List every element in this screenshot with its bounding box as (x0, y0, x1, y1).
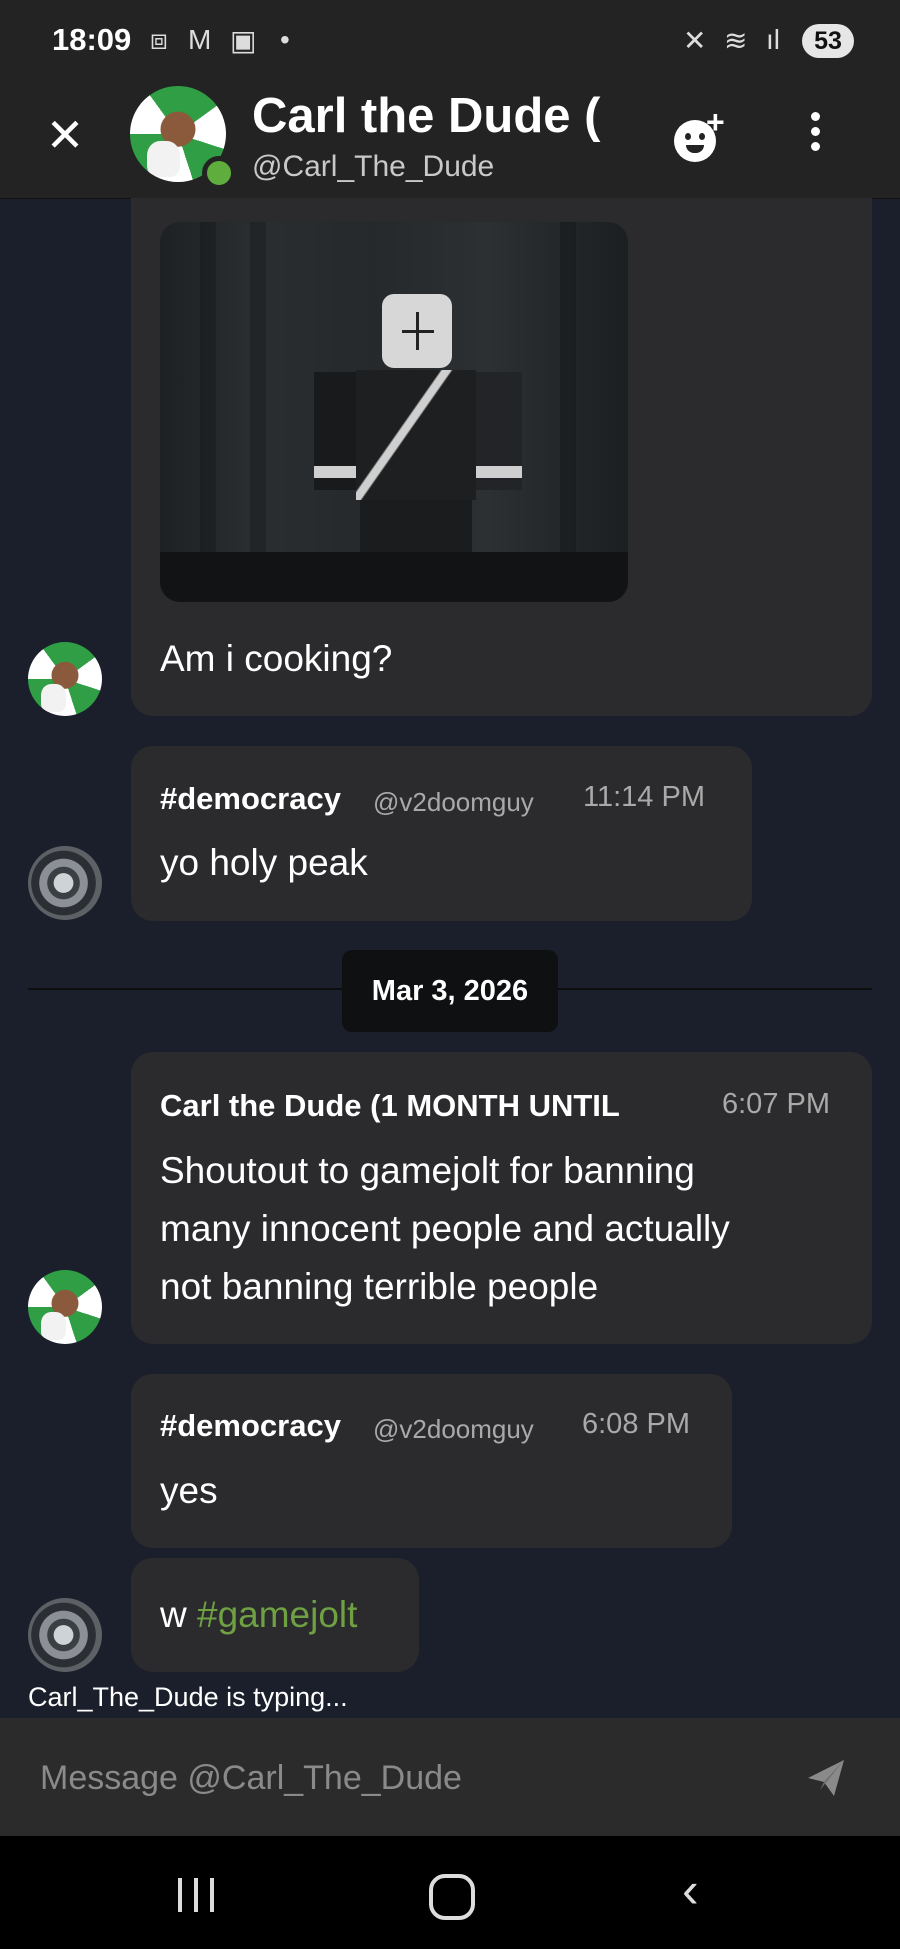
message-timestamp: 6:08 PM (582, 1408, 690, 1440)
wifi-icon: ≋ (724, 25, 748, 56)
more-options-icon[interactable] (800, 108, 830, 162)
message-text: Am i cooking? (160, 638, 393, 679)
message-text-line: not banning terrible people (160, 1266, 599, 1307)
signal-icon: ıl (766, 24, 780, 55)
status-bar (0, 0, 900, 82)
message-author[interactable]: #democracy (160, 781, 341, 817)
online-status-icon (202, 156, 236, 190)
message-text-line: Shoutout to gamejolt for banning (160, 1150, 695, 1191)
avatar[interactable] (28, 1598, 102, 1672)
send-button[interactable] (806, 1756, 846, 1800)
teams-icon: ▣ (230, 25, 257, 56)
avatar[interactable] (28, 1270, 102, 1344)
notification-dot-icon: • (280, 24, 290, 55)
back-icon[interactable]: ‹ (682, 1862, 742, 1918)
message-timestamp: 11:14 PM (583, 781, 705, 813)
message-author[interactable]: Carl the Dude (1 MONTH UNTIL (160, 1088, 694, 1124)
message-text-line: many innocent people and actually (160, 1208, 730, 1249)
message-text: yo holy peak (160, 842, 368, 883)
page-title[interactable]: Carl the Dude ( (252, 88, 614, 144)
message-composer (0, 1718, 900, 1836)
send-icon (808, 1760, 844, 1796)
message-input[interactable] (38, 1748, 802, 1808)
gmail-icon: M (188, 24, 212, 55)
chat-username: @Carl_The_Dude (252, 150, 495, 183)
recents-icon[interactable] (172, 1868, 232, 1934)
message-bubble (131, 1374, 732, 1548)
message-text: yes (160, 1470, 218, 1511)
typing-indicator: Carl_The_Dude is typing... (28, 1682, 348, 1712)
avatar[interactable] (28, 846, 102, 920)
message-handle: @v2doomguy (373, 1414, 534, 1444)
close-icon[interactable]: ✕ (40, 110, 90, 160)
home-icon[interactable] (429, 1874, 475, 1920)
message-author[interactable]: #democracy (160, 1408, 341, 1444)
mute-icon: ✕ (683, 25, 707, 56)
image-attachment[interactable] (160, 222, 628, 602)
channel-mention[interactable]: #gamejolt (197, 1594, 357, 1635)
message-text: w #gamejolt (160, 1594, 358, 1635)
add-friend-button[interactable]: + (670, 104, 730, 164)
message-handle: @v2doomguy (373, 787, 534, 817)
date-divider: Mar 3, 2026 (342, 950, 558, 1032)
status-time: 18:09 (52, 22, 132, 57)
battery-indicator: 53 (802, 24, 854, 58)
avatar[interactable] (28, 642, 102, 716)
plus-icon: + (706, 104, 725, 140)
screenshot-icon: ⧈ (150, 24, 168, 55)
message-timestamp: 6:07 PM (722, 1088, 830, 1120)
